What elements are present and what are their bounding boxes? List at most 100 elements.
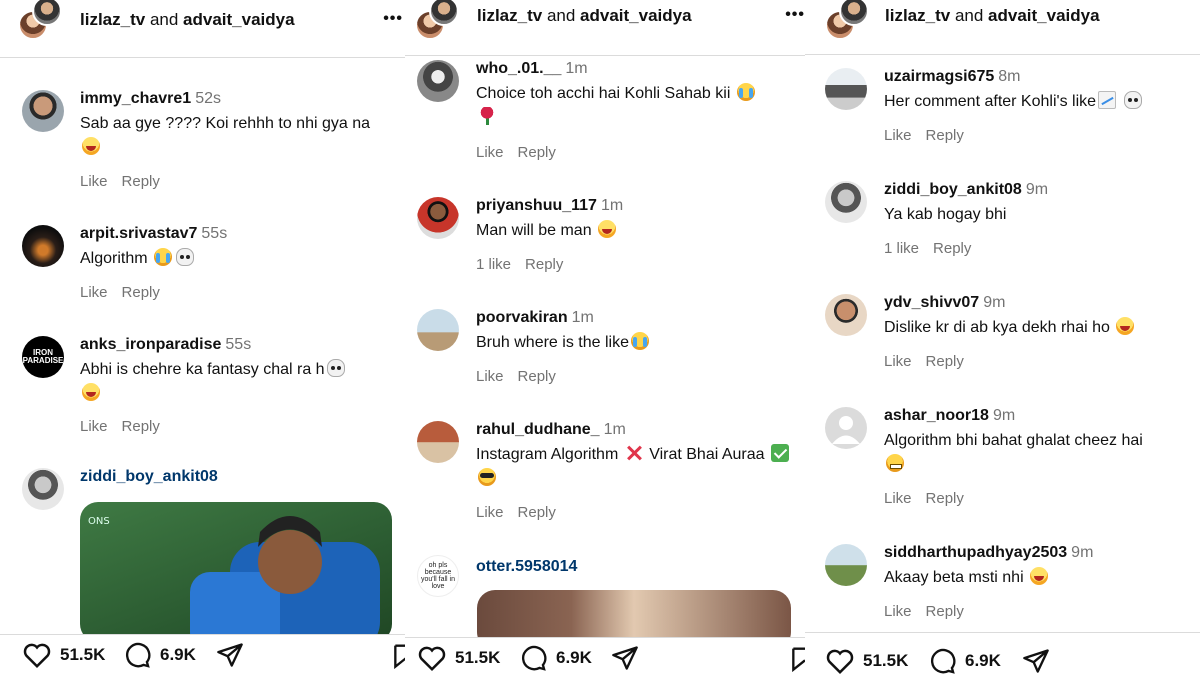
comment-username[interactable]: ydv_shivv07 9m bbox=[884, 294, 1005, 312]
avatar[interactable] bbox=[22, 468, 64, 510]
comment-username[interactable]: arpit.srivastav7 55s bbox=[80, 225, 227, 243]
more-options-icon[interactable]: ••• bbox=[383, 10, 403, 28]
comment-actions: Like Reply bbox=[884, 127, 978, 144]
heart-icon bbox=[418, 646, 446, 672]
author-username[interactable]: advait_vaidya bbox=[183, 10, 295, 29]
share-action[interactable] bbox=[610, 638, 640, 675]
chart-increasing-emoji-icon bbox=[1098, 91, 1117, 109]
reply-button[interactable]: Reply bbox=[518, 368, 556, 385]
comment-username[interactable]: siddharthupadhyay2503 9m bbox=[884, 544, 1093, 562]
like-button[interactable]: Like bbox=[80, 173, 108, 190]
reply-button[interactable]: Reply bbox=[122, 418, 160, 435]
comment-username[interactable]: who_.01.__ 1m bbox=[476, 60, 588, 78]
comment-username[interactable]: poorvakiran 1m bbox=[476, 309, 594, 327]
like-button[interactable]: Like bbox=[884, 603, 912, 620]
like-button[interactable]: Like bbox=[476, 368, 504, 385]
comment-icon bbox=[931, 648, 956, 674]
share-action[interactable] bbox=[1021, 641, 1051, 675]
collab-avatars[interactable] bbox=[415, 0, 465, 46]
comment-text: Instagram Algorithm Virat Bhai Auraa bbox=[476, 443, 801, 491]
avatar[interactable]: IRON PARADISE bbox=[22, 336, 64, 378]
laughing-emoji-icon bbox=[82, 137, 100, 155]
comment-username[interactable]: immy_chavre1 52s bbox=[80, 90, 221, 108]
comment-username[interactable]: ashar_noor18 9m bbox=[884, 407, 1015, 425]
avatar[interactable] bbox=[417, 197, 459, 239]
avatar bbox=[32, 0, 62, 26]
reply-button[interactable]: Reply bbox=[122, 284, 160, 301]
reply-button[interactable]: Reply bbox=[518, 504, 556, 521]
crying-emoji-icon bbox=[630, 332, 649, 350]
save-action[interactable] bbox=[392, 635, 405, 675]
avatar[interactable] bbox=[417, 60, 459, 102]
like-count-button[interactable]: 1 like bbox=[884, 240, 919, 257]
post-authors[interactable]: lizlaz_tv and advait_vaidya bbox=[885, 6, 1100, 26]
comment-text: Choice toh acchi hai Kohli Sahab kii bbox=[476, 82, 801, 130]
comment-action[interactable]: 6.9K bbox=[927, 641, 1001, 675]
avatar[interactable] bbox=[417, 309, 459, 351]
avatar[interactable] bbox=[825, 181, 867, 223]
reply-button[interactable]: Reply bbox=[122, 173, 160, 190]
comment-text: Abhi is chehre ka fantasy chal ra h bbox=[80, 358, 401, 406]
author-username[interactable]: lizlaz_tv bbox=[80, 10, 145, 29]
reply-button[interactable]: Reply bbox=[926, 353, 964, 370]
comments-panel-2: lizlaz_tv and advait_vaidya ••• who_.01.… bbox=[405, 0, 805, 675]
comment-username[interactable]: ziddi_boy_ankit08 bbox=[80, 468, 218, 486]
post-authors[interactable]: lizlaz_tv and advait_vaidya bbox=[477, 6, 692, 26]
like-count: 51.5K bbox=[863, 651, 909, 670]
reply-button[interactable]: Reply bbox=[525, 256, 563, 273]
reply-button[interactable]: Reply bbox=[926, 490, 964, 507]
save-action[interactable] bbox=[791, 638, 805, 675]
avatar[interactable] bbox=[825, 294, 867, 336]
author-username[interactable]: advait_vaidya bbox=[580, 6, 692, 25]
rose-emoji-icon bbox=[478, 107, 496, 125]
default-avatar-icon bbox=[832, 416, 860, 444]
avatar[interactable] bbox=[825, 544, 867, 586]
author-username[interactable]: lizlaz_tv bbox=[477, 6, 542, 25]
comment-username[interactable]: uzairmagsi675 8m bbox=[884, 68, 1021, 86]
like-button[interactable]: Like bbox=[884, 353, 912, 370]
comment-action[interactable]: 6.9K bbox=[122, 635, 196, 675]
reply-button[interactable]: Reply bbox=[518, 144, 556, 161]
reply-button[interactable]: Reply bbox=[926, 603, 964, 620]
like-button[interactable]: Like bbox=[884, 490, 912, 507]
like-button[interactable]: Like bbox=[884, 127, 912, 144]
avatar[interactable] bbox=[22, 225, 64, 267]
comment-username[interactable]: anks_ironparadise 55s bbox=[80, 336, 251, 354]
skull-emoji-icon bbox=[1124, 91, 1143, 109]
laughing-emoji-icon bbox=[82, 383, 100, 401]
like-count-button[interactable]: 1 like bbox=[476, 256, 511, 273]
collab-avatars[interactable] bbox=[825, 0, 875, 46]
avatar[interactable] bbox=[825, 407, 867, 449]
like-button[interactable]: Like bbox=[80, 418, 108, 435]
collab-avatars[interactable] bbox=[18, 0, 68, 46]
post-action-bar: 51.5K 6.9K bbox=[805, 632, 1200, 675]
post-header: lizlaz_tv and advait_vaidya bbox=[805, 0, 1200, 55]
comment-username[interactable]: ziddi_boy_ankit08 9m bbox=[884, 181, 1048, 199]
post-header: lizlaz_tv and advait_vaidya ••• bbox=[0, 0, 405, 58]
avatar[interactable] bbox=[825, 68, 867, 110]
share-action[interactable] bbox=[215, 635, 245, 675]
avatar[interactable] bbox=[417, 421, 459, 463]
avatar[interactable]: oh pls because you'll fall in love bbox=[417, 555, 459, 597]
gif-media[interactable]: ONS bbox=[80, 502, 392, 642]
comment-username[interactable]: priyanshuu_117 1m bbox=[476, 197, 623, 215]
more-options-icon[interactable]: ••• bbox=[785, 6, 805, 24]
share-icon bbox=[217, 643, 243, 667]
comments-panel-3: lizlaz_tv and advait_vaidya uzairmagsi67… bbox=[805, 0, 1200, 675]
reply-button[interactable]: Reply bbox=[926, 127, 964, 144]
comment-username[interactable]: otter.5958014 bbox=[476, 558, 577, 576]
reply-button[interactable]: Reply bbox=[933, 240, 971, 257]
avatar[interactable] bbox=[22, 90, 64, 132]
author-username[interactable]: advait_vaidya bbox=[988, 6, 1100, 25]
like-button[interactable]: Like bbox=[476, 144, 504, 161]
comment-text: Her comment after Kohli's like bbox=[884, 90, 1196, 114]
like-button[interactable]: Like bbox=[80, 284, 108, 301]
like-action[interactable]: 51.5K bbox=[22, 635, 105, 675]
like-button[interactable]: Like bbox=[476, 504, 504, 521]
like-action[interactable]: 51.5K bbox=[825, 641, 908, 675]
post-authors[interactable]: lizlaz_tv and advait_vaidya bbox=[80, 10, 295, 30]
comment-action[interactable]: 6.9K bbox=[518, 638, 592, 675]
author-username[interactable]: lizlaz_tv bbox=[885, 6, 950, 25]
comment-username[interactable]: rahul_dudhane_ 1m bbox=[476, 421, 626, 439]
like-action[interactable]: 51.5K bbox=[417, 638, 500, 675]
